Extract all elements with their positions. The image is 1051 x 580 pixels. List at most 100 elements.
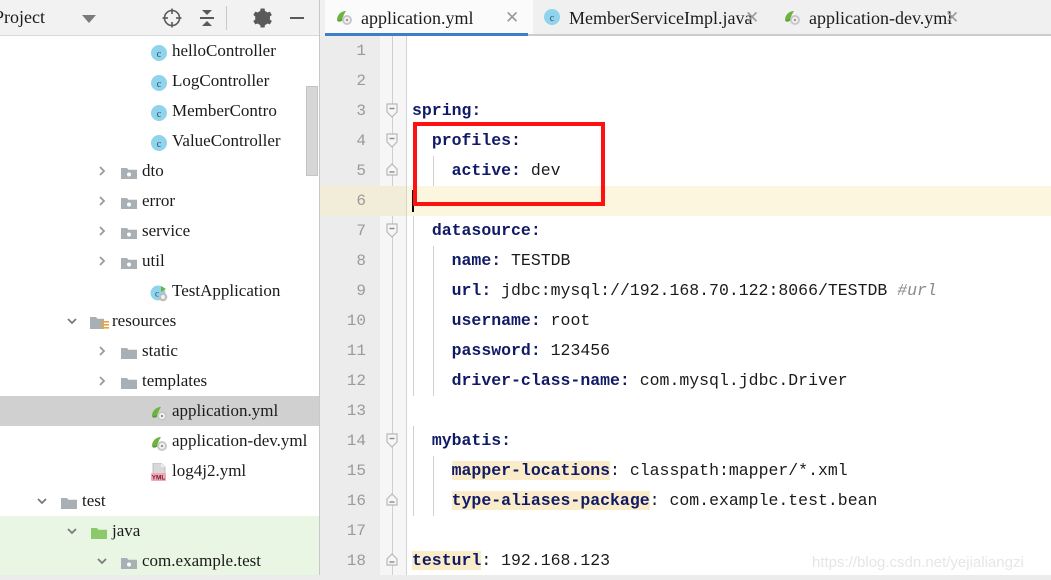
tree-item-test[interactable]: test bbox=[0, 486, 320, 516]
code-line-12[interactable]: driver-class-name: com.mysql.jdbc.Driver bbox=[412, 366, 848, 396]
fold-collapse-icon[interactable] bbox=[384, 96, 400, 126]
tree-item-label: static bbox=[142, 336, 178, 366]
chevron-down-icon[interactable] bbox=[82, 15, 96, 23]
fold-region-end-icon[interactable] bbox=[384, 546, 400, 576]
folder-icon bbox=[120, 342, 138, 360]
close-icon[interactable]: ✕ bbox=[745, 0, 759, 36]
locate-target-icon[interactable] bbox=[160, 6, 184, 30]
tree-item-valuecontroller[interactable]: cValueController bbox=[0, 126, 320, 156]
editor-tab-application-dev-yml[interactable]: application-dev.yml✕ bbox=[773, 0, 973, 36]
test-source-folder-icon bbox=[90, 522, 108, 540]
yaml-key: url: bbox=[452, 281, 492, 300]
code-editor[interactable]: https://blog.csdn.net/yejialiangzi 12345… bbox=[320, 36, 1051, 580]
tree-item-static[interactable]: static bbox=[0, 336, 320, 366]
gear-icon[interactable] bbox=[250, 6, 274, 30]
tab-label: MemberServiceImpl.java bbox=[569, 0, 752, 36]
fold-collapse-icon[interactable] bbox=[384, 426, 400, 456]
line-number: 13 bbox=[320, 396, 366, 426]
spring-yml-icon bbox=[783, 8, 803, 28]
tree-item-util[interactable]: util bbox=[0, 246, 320, 276]
chevron-right-icon[interactable] bbox=[94, 156, 110, 186]
line-number: 5 bbox=[320, 156, 366, 186]
tree-item-dto[interactable]: dto bbox=[0, 156, 320, 186]
yaml-value bbox=[412, 251, 452, 270]
collapse-all-icon[interactable] bbox=[195, 6, 219, 30]
spring-yml-icon bbox=[150, 402, 168, 420]
line-number: 11 bbox=[320, 336, 366, 366]
chevron-right-icon[interactable] bbox=[94, 186, 110, 216]
resources-folder-icon bbox=[90, 312, 108, 330]
tree-item-label: TestApplication bbox=[172, 276, 280, 306]
line-number: 8 bbox=[320, 246, 366, 276]
minimize-icon[interactable] bbox=[285, 6, 309, 30]
fold-region-end-icon[interactable] bbox=[384, 486, 400, 516]
yaml-key: username: bbox=[452, 311, 541, 330]
fold-region-end-icon[interactable] bbox=[384, 156, 400, 186]
code-line-8[interactable]: name: TESTDB bbox=[412, 246, 570, 276]
tree-item-java[interactable]: java bbox=[0, 516, 320, 546]
line-number: 17 bbox=[320, 516, 366, 546]
yaml-value: com.mysql.jdbc.Driver bbox=[630, 371, 848, 390]
tree-item-label: error bbox=[142, 186, 175, 216]
code-line-14[interactable]: mybatis: bbox=[412, 426, 511, 456]
yaml-key: mybatis: bbox=[432, 431, 511, 450]
tree-item-error[interactable]: error bbox=[0, 186, 320, 216]
tree-item-application-dev-yml[interactable]: application-dev.yml bbox=[0, 426, 320, 456]
tree-item-testapplication[interactable]: cTestApplication bbox=[0, 276, 320, 306]
yaml-value: jdbc:mysql://192.168.70.122:8066/TESTDB bbox=[491, 281, 897, 300]
chevron-down-icon[interactable] bbox=[64, 306, 80, 336]
toolbar-separator bbox=[226, 6, 227, 30]
editor-tab-memberserviceimpl-java[interactable]: cMemberServiceImpl.java✕ bbox=[533, 0, 773, 36]
code-line-7[interactable]: datasource: bbox=[412, 216, 541, 246]
chevron-right-icon[interactable] bbox=[94, 336, 110, 366]
package-icon bbox=[120, 252, 138, 270]
yaml-key: password: bbox=[452, 341, 541, 360]
line-number: 15 bbox=[320, 456, 366, 486]
tree-item-label: templates bbox=[142, 366, 207, 396]
yaml-value bbox=[412, 461, 452, 480]
tree-item-logcontroller[interactable]: cLogController bbox=[0, 66, 320, 96]
line-number: 4 bbox=[320, 126, 366, 156]
chevron-down-icon[interactable] bbox=[94, 546, 110, 576]
tree-item-membercontro[interactable]: cMemberContro bbox=[0, 96, 320, 126]
yaml-value bbox=[412, 431, 432, 450]
tree-item-application-yml[interactable]: application.yml bbox=[0, 396, 320, 426]
tree-item-templates[interactable]: templates bbox=[0, 366, 320, 396]
fold-collapse-icon[interactable] bbox=[384, 216, 400, 246]
chevron-right-icon[interactable] bbox=[94, 246, 110, 276]
close-icon[interactable]: ✕ bbox=[505, 0, 519, 36]
red-rectangle-highlight bbox=[413, 122, 605, 206]
close-icon[interactable]: ✕ bbox=[945, 0, 959, 36]
sidebar-scrollbar-thumb[interactable] bbox=[306, 86, 318, 176]
java-class-icon: c bbox=[150, 42, 168, 60]
code-line-18[interactable]: testurl: 192.168.123 bbox=[412, 546, 610, 576]
fold-collapse-icon[interactable] bbox=[384, 126, 400, 156]
code-line-9[interactable]: url: jdbc:mysql://192.168.70.122:8066/TE… bbox=[412, 276, 937, 306]
tree-item-label: service bbox=[142, 216, 190, 246]
svg-text:c: c bbox=[157, 139, 162, 150]
chevron-down-icon[interactable] bbox=[64, 516, 80, 546]
tree-item-service[interactable]: service bbox=[0, 216, 320, 246]
code-line-16[interactable]: type-aliases-package: com.example.test.b… bbox=[412, 486, 877, 516]
code-line-15[interactable]: mapper-locations: classpath:mapper/*.xml bbox=[412, 456, 848, 486]
code-line-10[interactable]: username: root bbox=[412, 306, 590, 336]
chevron-right-icon[interactable] bbox=[94, 216, 110, 246]
yaml-value bbox=[412, 311, 452, 330]
chevron-right-icon[interactable] bbox=[94, 366, 110, 396]
project-tree[interactable]: chelloControllercLogControllercMemberCon… bbox=[0, 36, 320, 580]
tree-item-label: application-dev.yml bbox=[172, 426, 307, 456]
line-number: 18 bbox=[320, 546, 366, 576]
tree-item-label: dto bbox=[142, 156, 164, 186]
code-line-11[interactable]: password: 123456 bbox=[412, 336, 610, 366]
editor-bottom-strip bbox=[0, 575, 1051, 580]
editor-tab-application-yml[interactable]: application.yml✕ bbox=[325, 0, 533, 36]
yaml-key-highlighted: mapper-locations bbox=[452, 461, 610, 480]
tree-item-resources[interactable]: resources bbox=[0, 306, 320, 336]
tree-item-log4j2-yml[interactable]: YMLlog4j2.yml bbox=[0, 456, 320, 486]
tree-item-com-example-test[interactable]: com.example.test bbox=[0, 546, 320, 576]
chevron-down-icon[interactable] bbox=[34, 486, 50, 516]
java-class-icon: c bbox=[150, 132, 168, 150]
project-panel-title[interactable]: Project bbox=[0, 7, 45, 28]
line-number: 9 bbox=[320, 276, 366, 306]
tree-item-hellocontroller[interactable]: chelloController bbox=[0, 36, 320, 66]
